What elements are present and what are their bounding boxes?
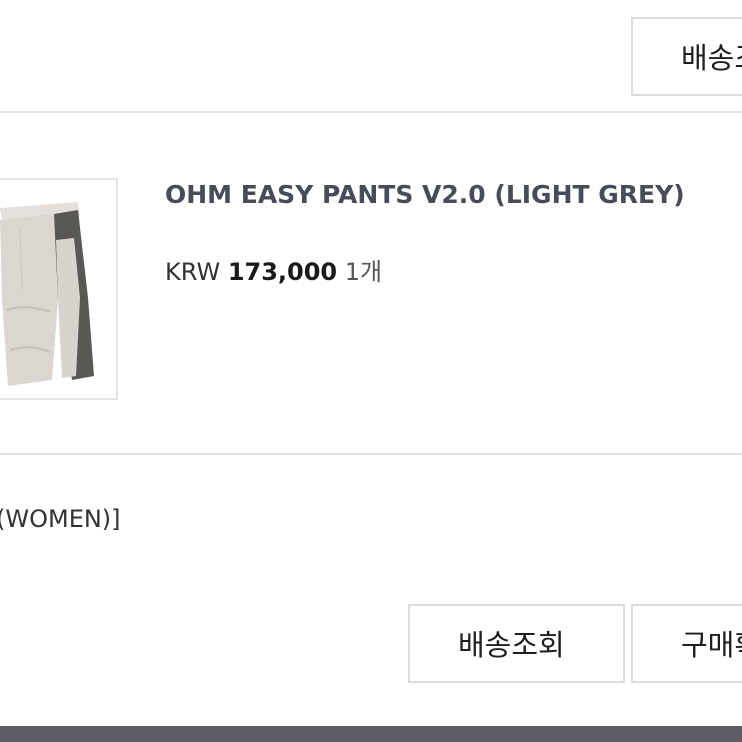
product-thumbnail[interactable] [0,178,118,400]
top-delivery-track-label: 배송조회 [681,40,742,75]
price-amount: 173,000 [227,258,338,286]
product-quantity: 1개 [344,258,383,286]
delivery-track-button[interactable]: 배송조회 [408,604,625,683]
bottom-bar [0,726,742,742]
delivery-track-label: 배송조회 [458,627,565,662]
product-price: KRW 173,000 1개 [165,252,382,287]
product-name[interactable]: OHM EASY PANTS V2.0 (LIGHT GREY) [165,180,685,209]
price-currency: KRW [165,258,221,286]
top-divider [0,111,742,113]
product-option: (WOMEN)] [0,505,121,533]
middle-divider [0,453,742,455]
top-delivery-track-button[interactable]: 배송조회 [631,17,742,96]
pants-thumbnail-icon [0,180,116,398]
purchase-confirm-label: 구매확정 [681,627,742,662]
purchase-confirm-button[interactable]: 구매확정 [631,604,742,683]
